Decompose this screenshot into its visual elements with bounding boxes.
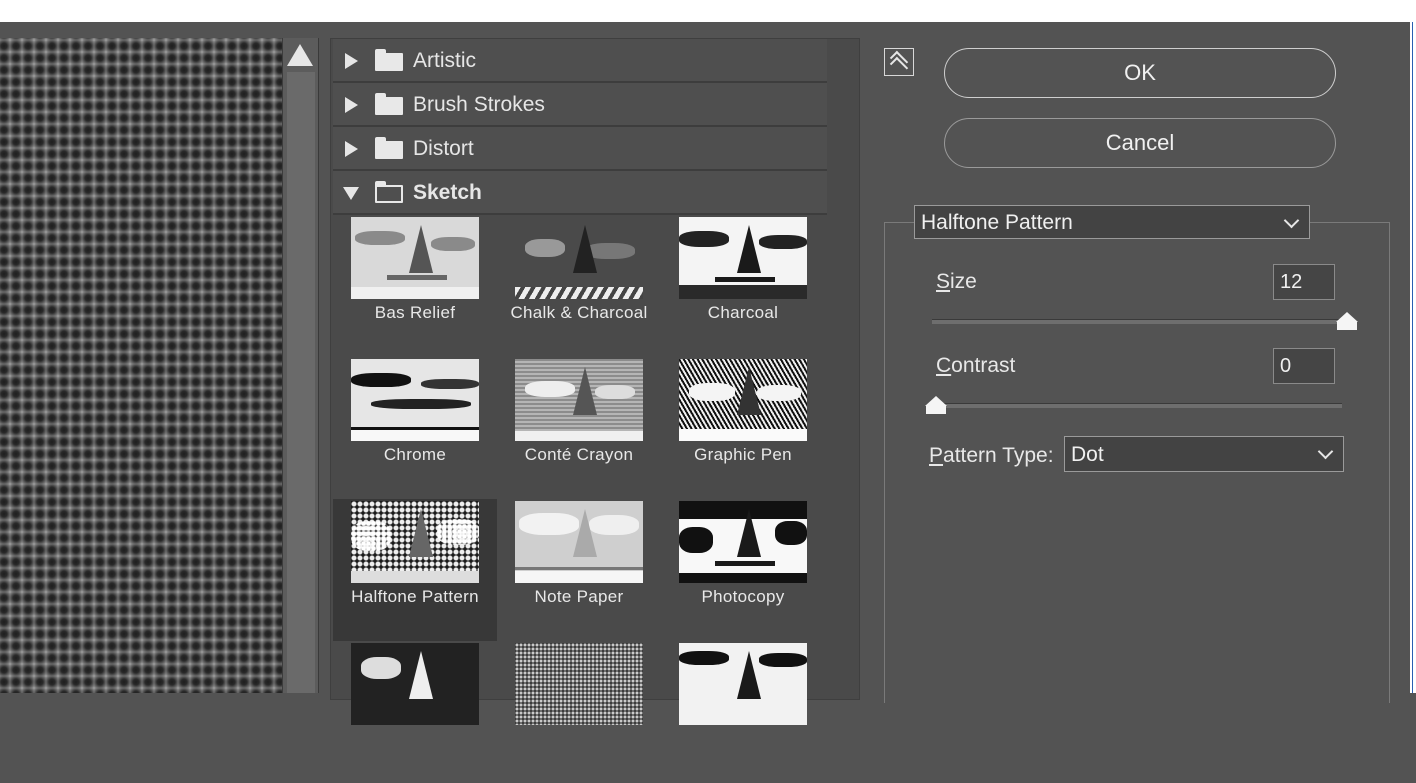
thumbnail-image: [351, 359, 479, 441]
thumb-label: Conté Crayon: [524, 445, 634, 464]
thumbnail-image: [679, 217, 807, 299]
thumbnail-image: [351, 501, 479, 583]
scrollbar-track[interactable]: [287, 72, 315, 693]
category-label: Distort: [413, 137, 474, 160]
pattern-type-label: Pattern Type:: [929, 444, 1054, 467]
filter-select-dropdown[interactable]: Halftone Pattern: [914, 205, 1310, 239]
pattern-type-value: Dot: [1071, 443, 1104, 466]
thumbnail-image: [351, 217, 479, 299]
size-slider[interactable]: [932, 319, 1342, 324]
triangle-right-icon[interactable]: [345, 53, 358, 69]
triangle-down-icon[interactable]: [343, 187, 359, 200]
thumbnail-image: [515, 501, 643, 583]
chevron-down-icon: [1283, 212, 1300, 229]
thumb-label: Charcoal: [707, 303, 779, 322]
category-distort[interactable]: Distort: [333, 127, 827, 171]
chevron-down-icon: [1317, 443, 1334, 460]
thumb-label: Graphic Pen: [694, 445, 792, 464]
thumbnail-image: [679, 359, 807, 441]
thumb-chalk-charcoal[interactable]: Chalk & Charcoal: [497, 215, 661, 357]
ok-button[interactable]: OK: [944, 48, 1336, 98]
folder-icon: [375, 137, 403, 159]
contrast-label: Contrast: [936, 354, 1016, 377]
thumb-charcoal[interactable]: Charcoal: [661, 215, 825, 357]
thumbnail-image: [515, 217, 643, 299]
filter-thumbnails: Bas Relief Chalk & Charcoal Charcoal Chr…: [331, 215, 827, 725]
folder-icon: [375, 93, 403, 115]
thumb-label: Bas Relief: [374, 303, 456, 322]
thumb-next-row-2[interactable]: [497, 641, 661, 783]
thumb-next-row-1[interactable]: [333, 641, 497, 783]
size-input[interactable]: 12: [1273, 264, 1335, 300]
category-brush-strokes[interactable]: Brush Strokes: [333, 83, 827, 127]
thumb-note-paper[interactable]: Note Paper: [497, 499, 661, 641]
category-label: Sketch: [413, 181, 482, 204]
thumb-chrome[interactable]: Chrome: [333, 357, 497, 499]
category-artistic[interactable]: Artistic: [333, 39, 827, 83]
thumb-label: Chrome: [383, 445, 447, 464]
filter-select-value: Halftone Pattern: [921, 211, 1073, 234]
double-chevron-up-icon[interactable]: [884, 48, 914, 76]
triangle-right-icon[interactable]: [345, 141, 358, 157]
scroll-up-arrow-icon[interactable]: [287, 44, 313, 66]
contrast-input[interactable]: 0: [1273, 348, 1335, 384]
thumb-graphic-pen[interactable]: Graphic Pen: [661, 357, 825, 499]
contrast-slider[interactable]: [932, 403, 1342, 408]
category-label: Artistic: [413, 49, 476, 72]
thumbnail-image: [679, 501, 807, 583]
thumbnail-image: [679, 643, 807, 725]
pattern-type-dropdown[interactable]: Dot: [1064, 436, 1344, 472]
filter-gallery: Artistic Brush Strokes Distort Sketch Ba…: [330, 38, 860, 725]
thumb-label: Photocopy: [701, 587, 785, 606]
triangle-right-icon[interactable]: [345, 97, 358, 113]
title-bar: [0, 0, 1416, 22]
category-sketch[interactable]: Sketch: [333, 171, 827, 215]
thumb-halftone-pattern[interactable]: Halftone Pattern: [333, 499, 497, 641]
cancel-button[interactable]: Cancel: [944, 118, 1336, 168]
folder-icon: [375, 181, 403, 203]
thumb-next-row-3[interactable]: [661, 641, 825, 783]
size-label: Size: [936, 270, 977, 293]
divider: [318, 38, 319, 693]
filter-preview-image[interactable]: [0, 38, 282, 693]
thumb-photocopy[interactable]: Photocopy: [661, 499, 825, 641]
window-edge: [1410, 22, 1416, 693]
thumb-label: Halftone Pattern: [351, 587, 479, 606]
thumb-bas-relief[interactable]: Bas Relief: [333, 215, 497, 357]
thumbnail-image: [515, 643, 643, 725]
folder-icon: [375, 49, 403, 71]
thumb-conte-crayon[interactable]: Conté Crayon: [497, 357, 661, 499]
preview-scrollbar[interactable]: [282, 38, 319, 693]
thumb-label: Note Paper: [534, 587, 624, 606]
thumbnail-image: [515, 359, 643, 441]
thumbnail-image: [351, 643, 479, 725]
thumb-label: Chalk & Charcoal: [510, 303, 648, 322]
category-label: Brush Strokes: [413, 93, 545, 116]
